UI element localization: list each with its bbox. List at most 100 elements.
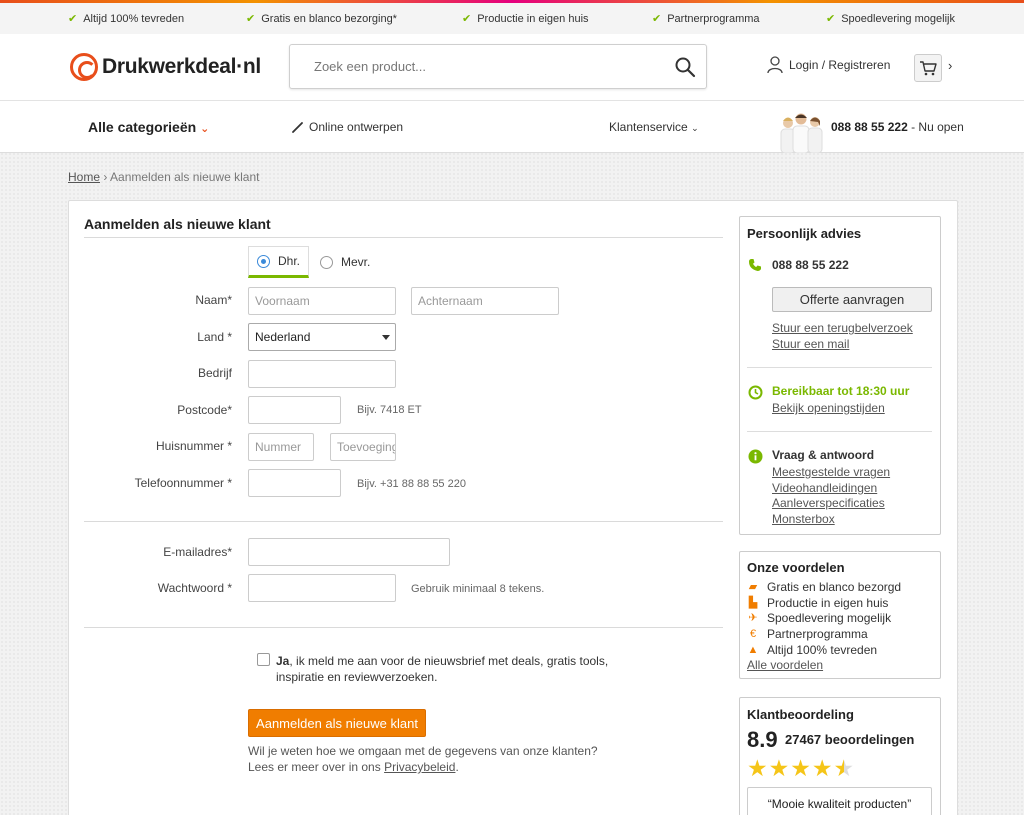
request-quote-button[interactable]: Offerte aanvragen (772, 287, 932, 312)
all-benefits-link[interactable]: Alle voordelen (747, 658, 823, 672)
faq-link-delivery-specs[interactable]: Aanleverspecificaties (772, 496, 885, 510)
opening-hours-status: Bereikbaar tot 18:30 uur (772, 384, 910, 398)
send-mail-link[interactable]: Stuur een mail (772, 337, 849, 351)
benefit-item: € Partnerprogramma (747, 627, 868, 641)
support-team-photo (780, 113, 823, 153)
cart-chevron-icon[interactable]: › (948, 58, 952, 73)
benefit-item: ✈ Spoedlevering mogelijk (748, 611, 892, 625)
usp-item-delivery: ✔ Gratis en blanco bezorging* (246, 13, 397, 25)
search-icon[interactable] (674, 56, 696, 78)
postcode-hint: Bijv. 7418 ET (357, 404, 422, 416)
usp-bar: ✔ Altijd 100% tevreden ✔ Gratis en blanco … (0, 0, 1024, 34)
phone-label: Telefoonnummer * (134, 476, 232, 490)
star-icon: ★ (747, 755, 768, 781)
chevron-down-icon: ⌄ (200, 123, 210, 135)
check-icon: ✔ (826, 13, 836, 25)
cart-icon (920, 61, 937, 76)
advice-title: Persoonlijk advies (747, 226, 862, 241)
benefit-item: ▰ Gratis en blanco bezorgd (748, 580, 902, 594)
gender-option-mrs[interactable]: Mevr. (320, 255, 370, 269)
opening-hours-link[interactable]: Bekijk openingstijden (772, 401, 885, 415)
rating-count: 27467 beoordelingen (785, 732, 915, 747)
email-label: E-mailadres* (163, 545, 232, 559)
password-field[interactable] (248, 574, 396, 602)
plane-icon: ✈ (748, 612, 758, 624)
phone-icon (749, 259, 761, 271)
star-icon: ★ (768, 755, 790, 781)
logo-mark-icon (70, 53, 98, 81)
nav-customer-service[interactable]: Klantenservice ⌄ (609, 120, 699, 134)
faq-link-sample-box[interactable]: Monsterbox (772, 512, 835, 526)
password-hint: Gebruik minimaal 8 tekens. (411, 583, 545, 595)
postcode-field[interactable] (248, 396, 341, 424)
check-icon: ✔ (652, 13, 662, 25)
main-nav: Alle categorieën ⌄ Online ontwerpen Klant… (0, 101, 1024, 153)
usp-item-production: ✔ Productie in eigen huis (462, 13, 589, 25)
benefit-item: ▙ Productie in eigen huis (748, 596, 889, 610)
newsletter-label[interactable]: Ja, ik meld me aan voor de nieuwsbrief m… (276, 653, 626, 685)
gender-option-mr[interactable]: Dhr. (248, 246, 309, 278)
country-label: Land * (197, 330, 232, 344)
house-number-field[interactable] (248, 433, 314, 461)
pencil-icon (292, 121, 303, 133)
first-name-field[interactable] (248, 287, 396, 315)
country-select[interactable]: Nederland (248, 323, 396, 351)
benefits-title: Onze voordelen (747, 560, 845, 575)
divider (84, 237, 723, 238)
faq-link-common-questions[interactable]: Meestgestelde vragen (772, 465, 890, 479)
company-label: Bedrijf (197, 366, 232, 380)
house-number-label: Huisnummer * (155, 439, 232, 453)
factory-icon: ▙ (748, 597, 758, 609)
half-star-icon: ★ (833, 755, 855, 781)
user-icon (767, 56, 783, 74)
rating-title: Klantbeoordeling (747, 707, 854, 722)
chevron-down-icon: ⌄ (691, 123, 699, 133)
last-name-field[interactable] (411, 287, 559, 315)
nav-phone[interactable]: 088 88 55 222 - Nu open (831, 120, 964, 134)
phone-hint: Bijv. +31 88 88 55 220 (357, 478, 466, 490)
register-button[interactable]: Aanmelden als nieuwe klant (248, 709, 426, 737)
divider (747, 431, 932, 432)
check-icon: ✔ (68, 13, 78, 25)
company-field[interactable] (248, 360, 396, 388)
check-icon: ✔ (246, 13, 256, 25)
radio-unchecked (320, 255, 333, 269)
breadcrumb: Home › Aanmelden als nieuwe klant (68, 170, 260, 184)
usp-item-express: ✔ Spoedlevering mogelijk (826, 13, 955, 25)
privacy-notice: Wil je weten hoe we omgaan met de gegeve… (248, 744, 598, 774)
thumbs-up-icon: ▲ (747, 644, 759, 656)
euro-icon: € (749, 628, 757, 640)
usp-item-satisfaction: ✔ Altijd 100% tevreden (68, 13, 185, 25)
privacy-policy-link[interactable]: Privacybeleid (384, 760, 455, 774)
newsletter-checkbox[interactable] (257, 653, 270, 666)
divider (84, 627, 723, 628)
faq-link-video-guides[interactable]: Videohandleidingen (772, 481, 877, 495)
star-icon: ★ (811, 755, 833, 781)
breadcrumb-current: Aanmelden als nieuwe klant (110, 170, 260, 184)
login-link[interactable]: Login / Registreren (767, 56, 890, 74)
login-label: Login / Registreren (789, 58, 891, 72)
search-input[interactable] (290, 45, 660, 88)
nav-online-design[interactable]: Online ontwerpen (292, 120, 403, 134)
truck-icon: ▰ (748, 581, 758, 593)
phone-field[interactable] (248, 469, 341, 497)
postcode-label: Postcode* (177, 403, 232, 417)
breadcrumb-home[interactable]: Home (68, 170, 100, 184)
nav-all-categories[interactable]: Alle categorieën ⌄ (88, 119, 209, 135)
house-number-addition-field[interactable] (330, 433, 396, 461)
info-icon (748, 449, 763, 464)
divider (747, 367, 932, 368)
rating-stars: ★ ★ ★ ★ ★ (747, 757, 855, 780)
email-field[interactable] (248, 538, 450, 566)
password-label: Wachtwoord * (157, 581, 232, 595)
review-quote[interactable]: “Mooie kwaliteit producten” (747, 787, 932, 815)
divider (84, 521, 723, 522)
page-title: Aanmelden als nieuwe klant (84, 216, 271, 232)
name-label: Naam* (195, 293, 232, 307)
advice-phone[interactable]: 088 88 55 222 (772, 258, 849, 272)
cart-button[interactable] (914, 54, 942, 82)
check-icon: ✔ (462, 13, 472, 25)
callback-request-link[interactable]: Stuur een terugbelverzoek (772, 321, 913, 335)
site-header: Drukwerkdeal·nl Login / Registreren › (0, 34, 1024, 101)
site-logo[interactable]: Drukwerkdeal·nl (70, 52, 261, 82)
